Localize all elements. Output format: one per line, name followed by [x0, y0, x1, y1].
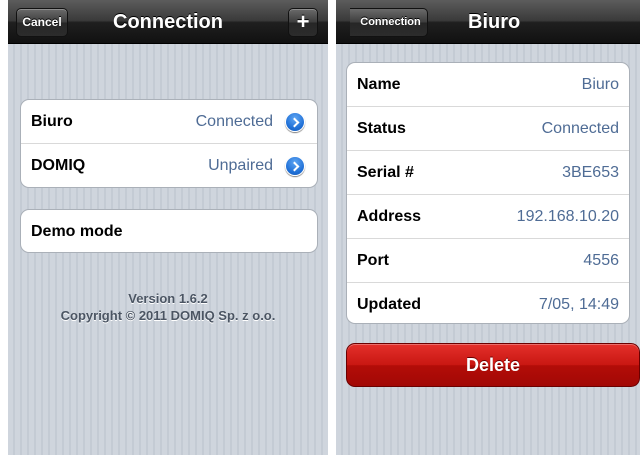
page-title: Connection: [113, 11, 223, 33]
field-value: 4556: [583, 252, 619, 269]
detail-row-serial: Serial # 3BE653: [347, 151, 629, 195]
delete-button[interactable]: Delete: [346, 343, 640, 387]
device-status: Unpaired: [208, 157, 273, 174]
detail-row-name: Name Biuro: [347, 63, 629, 107]
connection-detail-screen: Connection Biuro Name Biuro Status Conne…: [336, 0, 640, 455]
field-label: Status: [357, 120, 406, 137]
connection-list-screen: Cancel Connection + Biuro Connected DOMI…: [8, 0, 328, 455]
detail-row-port: Port 4556: [347, 239, 629, 283]
device-name: Biuro: [31, 113, 73, 130]
demo-mode-row[interactable]: Demo mode: [21, 210, 317, 252]
field-label: Port: [357, 252, 389, 269]
field-label: Serial #: [357, 164, 414, 181]
version-text: Version 1.6.2: [128, 291, 208, 306]
field-label: Updated: [357, 296, 421, 313]
field-value: 7/05, 14:49: [538, 296, 619, 313]
field-value: 3BE653: [562, 164, 619, 181]
navigation-bar: Cancel Connection +: [8, 0, 328, 44]
field-value: 192.168.10.20: [516, 208, 619, 225]
device-list: Biuro Connected DOMIQ Unpaired: [20, 99, 318, 188]
field-value: Connected: [541, 120, 619, 137]
copyright-text: Copyright © 2011 DOMIQ Sp. z o.o.: [60, 308, 276, 323]
device-row-biuro[interactable]: Biuro Connected: [21, 100, 317, 144]
field-label: Name: [357, 76, 401, 93]
navigation-bar: Connection Biuro: [336, 0, 640, 44]
device-name: DOMIQ: [31, 157, 86, 174]
add-connection-button[interactable]: +: [288, 8, 318, 37]
demo-mode-group: Demo mode: [20, 209, 318, 253]
back-button[interactable]: Connection: [350, 8, 428, 37]
detail-disclosure-icon[interactable]: [285, 156, 305, 176]
connection-details: Name Biuro Status Connected Serial # 3BE…: [346, 62, 630, 324]
device-row-domiq[interactable]: DOMIQ Unpaired: [21, 144, 317, 187]
demo-mode-label: Demo mode: [31, 223, 123, 240]
field-label: Address: [357, 208, 422, 225]
detail-row-updated: Updated 7/05, 14:49: [347, 283, 629, 323]
page-title: Biuro: [468, 11, 521, 33]
detail-row-status: Status Connected: [347, 107, 629, 151]
detail-disclosure-icon[interactable]: [285, 112, 305, 132]
device-status: Connected: [195, 113, 273, 130]
field-value: Biuro: [581, 76, 619, 93]
detail-row-address: Address 192.168.10.20: [347, 195, 629, 239]
